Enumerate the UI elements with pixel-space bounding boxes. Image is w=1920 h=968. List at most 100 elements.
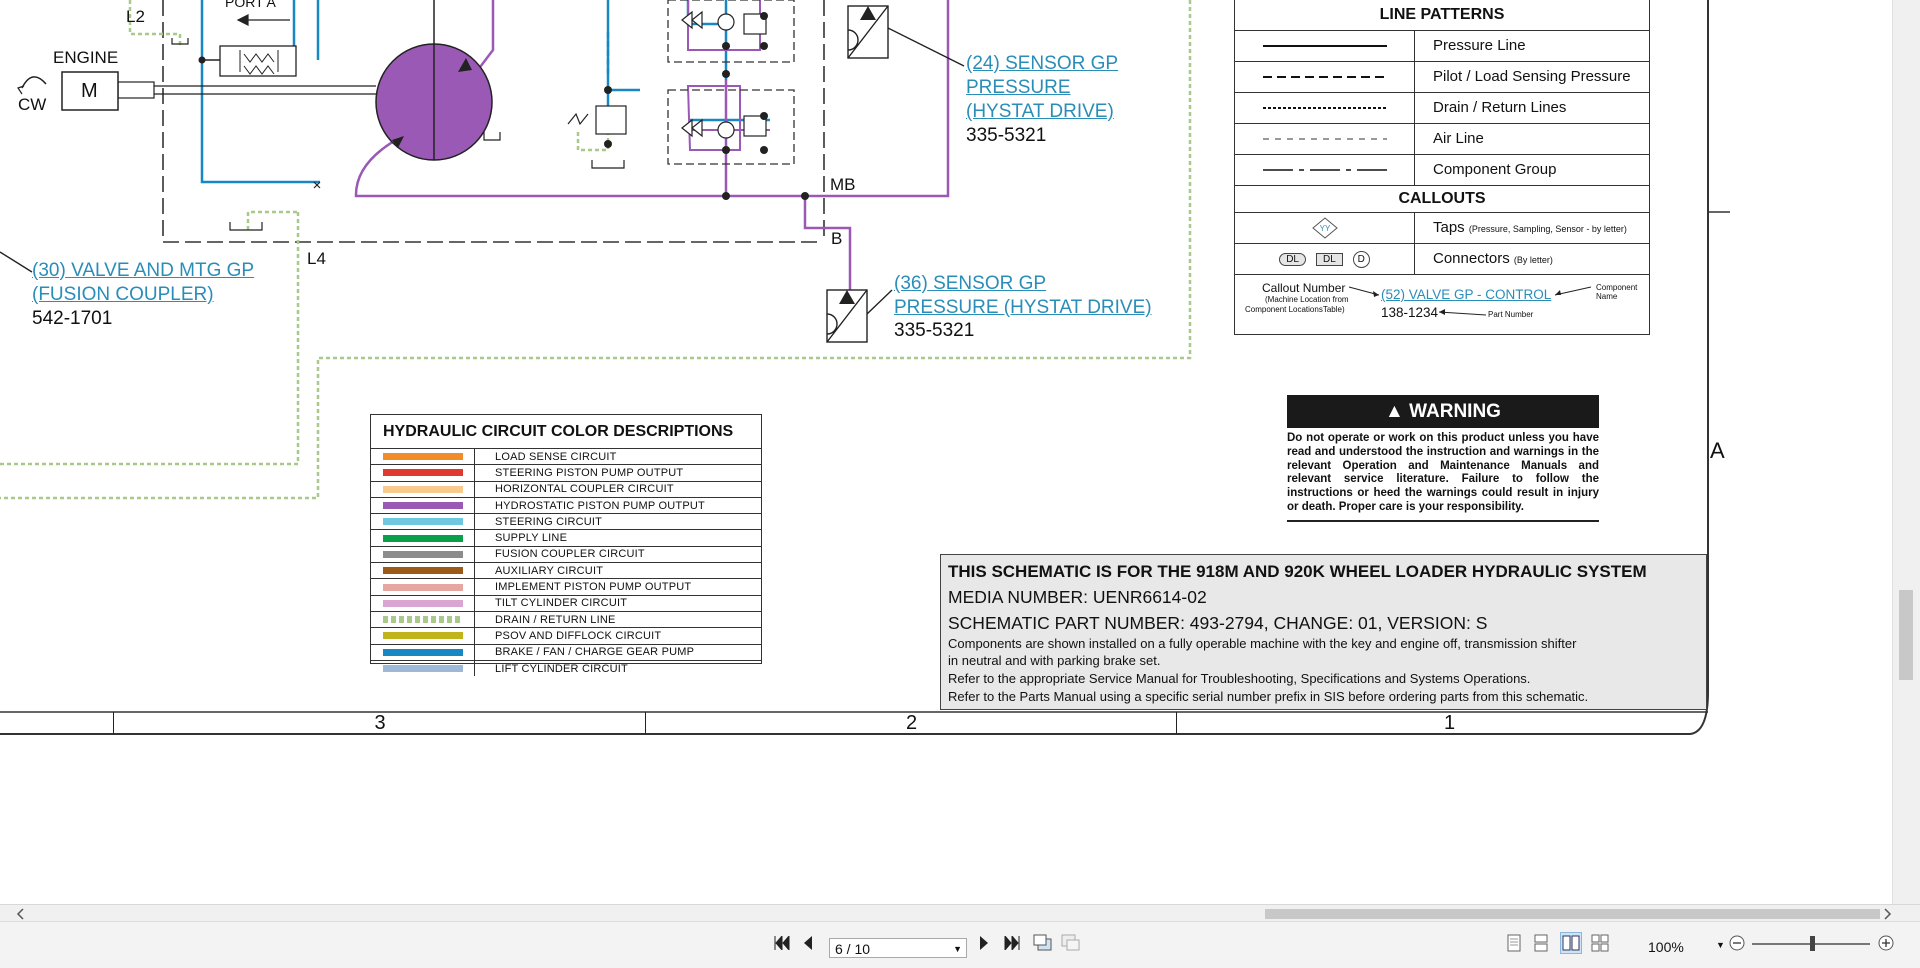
zone-number: 2: [645, 712, 1177, 734]
facing-view-button[interactable]: [1560, 932, 1582, 954]
color-swatch: [382, 502, 463, 510]
zoom-level[interactable]: 100%: [1648, 939, 1684, 955]
color-swatch: [382, 485, 463, 493]
warning-triangle-icon: ▲: [1385, 401, 1404, 422]
vertical-scroll-thumb[interactable]: [1899, 590, 1913, 680]
zone-number: 1: [1176, 712, 1722, 734]
pilot-line-symbol: [1262, 76, 1387, 78]
warning-box: ▲ WARNING Do not operate or work on this…: [1287, 395, 1599, 522]
component-group-symbol: [1262, 169, 1387, 171]
callout-arrows: [1348, 286, 1592, 316]
port-label-l2: L2: [126, 7, 145, 26]
legend-row: Component Group: [1235, 155, 1649, 186]
port-label-b: B: [831, 229, 843, 248]
next-page-button[interactable]: [973, 932, 995, 954]
color-swatch: [382, 665, 463, 672]
color-label: FUSION COUPLER CIRCUIT: [495, 548, 645, 561]
previous-page-button[interactable]: [797, 932, 819, 954]
color-table-row: LIFT CYLINDER CIRCUIT: [371, 660, 761, 677]
callout-36-name: SENSOR GP: [933, 273, 1047, 294]
callout-30-part-number: 542-1701: [32, 308, 113, 329]
color-swatch: [382, 632, 463, 640]
warning-title: WARNING: [1409, 401, 1501, 422]
scroll-left-icon[interactable]: [16, 908, 26, 920]
callout-24-number: (24): [966, 53, 1000, 74]
zoom-in-icon: [1878, 935, 1894, 951]
last-page-button[interactable]: [1001, 932, 1023, 954]
callout-24-name-line2: PRESSURE: [966, 77, 1071, 98]
continuous-view-button[interactable]: [1530, 932, 1552, 954]
page-dropdown-icon[interactable]: ▼: [953, 939, 962, 959]
color-label: PSOV AND DIFFLOCK CIRCUIT: [495, 629, 662, 642]
continuous-facing-view-button[interactable]: [1589, 932, 1611, 954]
color-table-row: IMPLEMENT PISTON PUMP OUTPUT: [371, 579, 761, 596]
legend-row: DL DL D Connectors (By letter): [1235, 244, 1649, 275]
zoom-slider-thumb[interactable]: [1810, 936, 1815, 951]
callout-24-link[interactable]: (24) SENSOR GP PRESSURE (HYSTAT DRIVE): [966, 52, 1118, 124]
color-label: AUXILIARY CIRCUIT: [495, 564, 604, 577]
horizontal-scrollbar[interactable]: [0, 904, 1920, 922]
continuous-facing-icon: [1591, 934, 1609, 952]
color-table-row: DRAIN / RETURN LINE: [371, 611, 761, 629]
viewer-toolbar: 6 / 10 ▼ 100% ▼: [0, 921, 1920, 968]
callout-24-name-line3: (HYSTAT DRIVE): [966, 101, 1114, 122]
legend-label: Pressure Line: [1433, 37, 1526, 54]
callout-30-link[interactable]: (30) VALVE AND MTG GP (FUSION COUPLER): [32, 259, 254, 307]
callout-36-link[interactable]: (36) SENSOR GP PRESSURE (HYSTAT DRIVE): [894, 272, 1152, 320]
tap-symbol-text: YY: [1319, 224, 1330, 233]
callout-30-name: VALVE AND MTG GP: [71, 260, 255, 281]
tap-icon: YY: [1311, 217, 1338, 239]
scroll-right-icon[interactable]: [1883, 908, 1893, 920]
color-table-row: HORIZONTAL COUPLER CIRCUIT: [371, 481, 761, 498]
color-label: HYDROSTATIC PISTON PUMP OUTPUT: [495, 499, 705, 512]
previous-view-icon: [1033, 934, 1052, 951]
single-page-view-button[interactable]: [1503, 932, 1525, 954]
legend-label: Pilot / Load Sensing Pressure: [1433, 68, 1631, 85]
color-table-row: STEERING CIRCUIT: [371, 514, 761, 531]
callout-30-number: (30): [32, 260, 66, 281]
color-label: HORIZONTAL COUPLER CIRCUIT: [495, 483, 674, 496]
next-page-icon: [980, 936, 988, 950]
callout-example: Callout Number (Machine Location from Co…: [1235, 275, 1649, 332]
page-number-field[interactable]: 6 / 10 ▼: [829, 938, 967, 958]
color-swatch: [382, 616, 463, 624]
vertical-scrollbar[interactable]: [1892, 0, 1920, 924]
color-label: LOAD SENSE CIRCUIT: [495, 450, 617, 463]
zoom-in-button[interactable]: [1877, 934, 1895, 952]
first-page-button[interactable]: [771, 932, 793, 954]
zoom-dropdown-icon[interactable]: ▼: [1716, 940, 1725, 950]
connectors-label: Connectors: [1433, 250, 1510, 267]
horizontal-scroll-thumb[interactable]: [1265, 909, 1880, 919]
next-view-icon: [1061, 934, 1080, 951]
single-page-icon: [1507, 934, 1521, 952]
color-label: TILT CYLINDER CIRCUIT: [495, 597, 628, 610]
color-table-row: TILT CYLINDER CIRCUIT: [371, 595, 761, 612]
connector-symbol: D: [1352, 250, 1370, 268]
zoom-out-icon: [1729, 935, 1745, 951]
motor-label: M: [81, 80, 98, 102]
drain-line-symbol: [1262, 107, 1387, 109]
connector-symbol: DL: [1279, 252, 1306, 266]
continuous-page-icon: [1534, 934, 1548, 952]
zoom-out-button[interactable]: [1728, 934, 1746, 952]
taps-label: Taps: [1433, 219, 1465, 236]
color-swatch: [382, 534, 463, 542]
go-forward-view-button[interactable]: [1060, 932, 1082, 954]
page-number-value: 6 / 10: [835, 941, 871, 957]
go-back-view-button[interactable]: [1032, 932, 1054, 954]
color-label: DRAIN / RETURN LINE: [495, 613, 616, 626]
previous-page-icon: [804, 936, 812, 950]
color-swatch: [382, 583, 463, 591]
legend-row: Pressure Line: [1235, 31, 1649, 62]
callout-24-part-number: 335-5321: [966, 125, 1047, 146]
first-page-icon: [774, 936, 790, 950]
legend-row: YY Taps (Pressure, Sampling, Sensor - by…: [1235, 213, 1649, 244]
note-line: Components are shown installed on a full…: [948, 636, 1577, 651]
color-label: STEERING CIRCUIT: [495, 515, 603, 528]
color-label: LIFT CYLINDER CIRCUIT: [495, 662, 628, 675]
color-label: BRAKE / FAN / CHARGE GEAR PUMP: [495, 646, 695, 659]
note-line: Refer to the Parts Manual using a specif…: [948, 689, 1589, 704]
color-label: SUPPLY LINE: [495, 532, 568, 545]
callout-24-name: SENSOR GP: [1005, 53, 1119, 74]
callout-36-name-line2: PRESSURE (HYSTAT DRIVE): [894, 297, 1152, 318]
